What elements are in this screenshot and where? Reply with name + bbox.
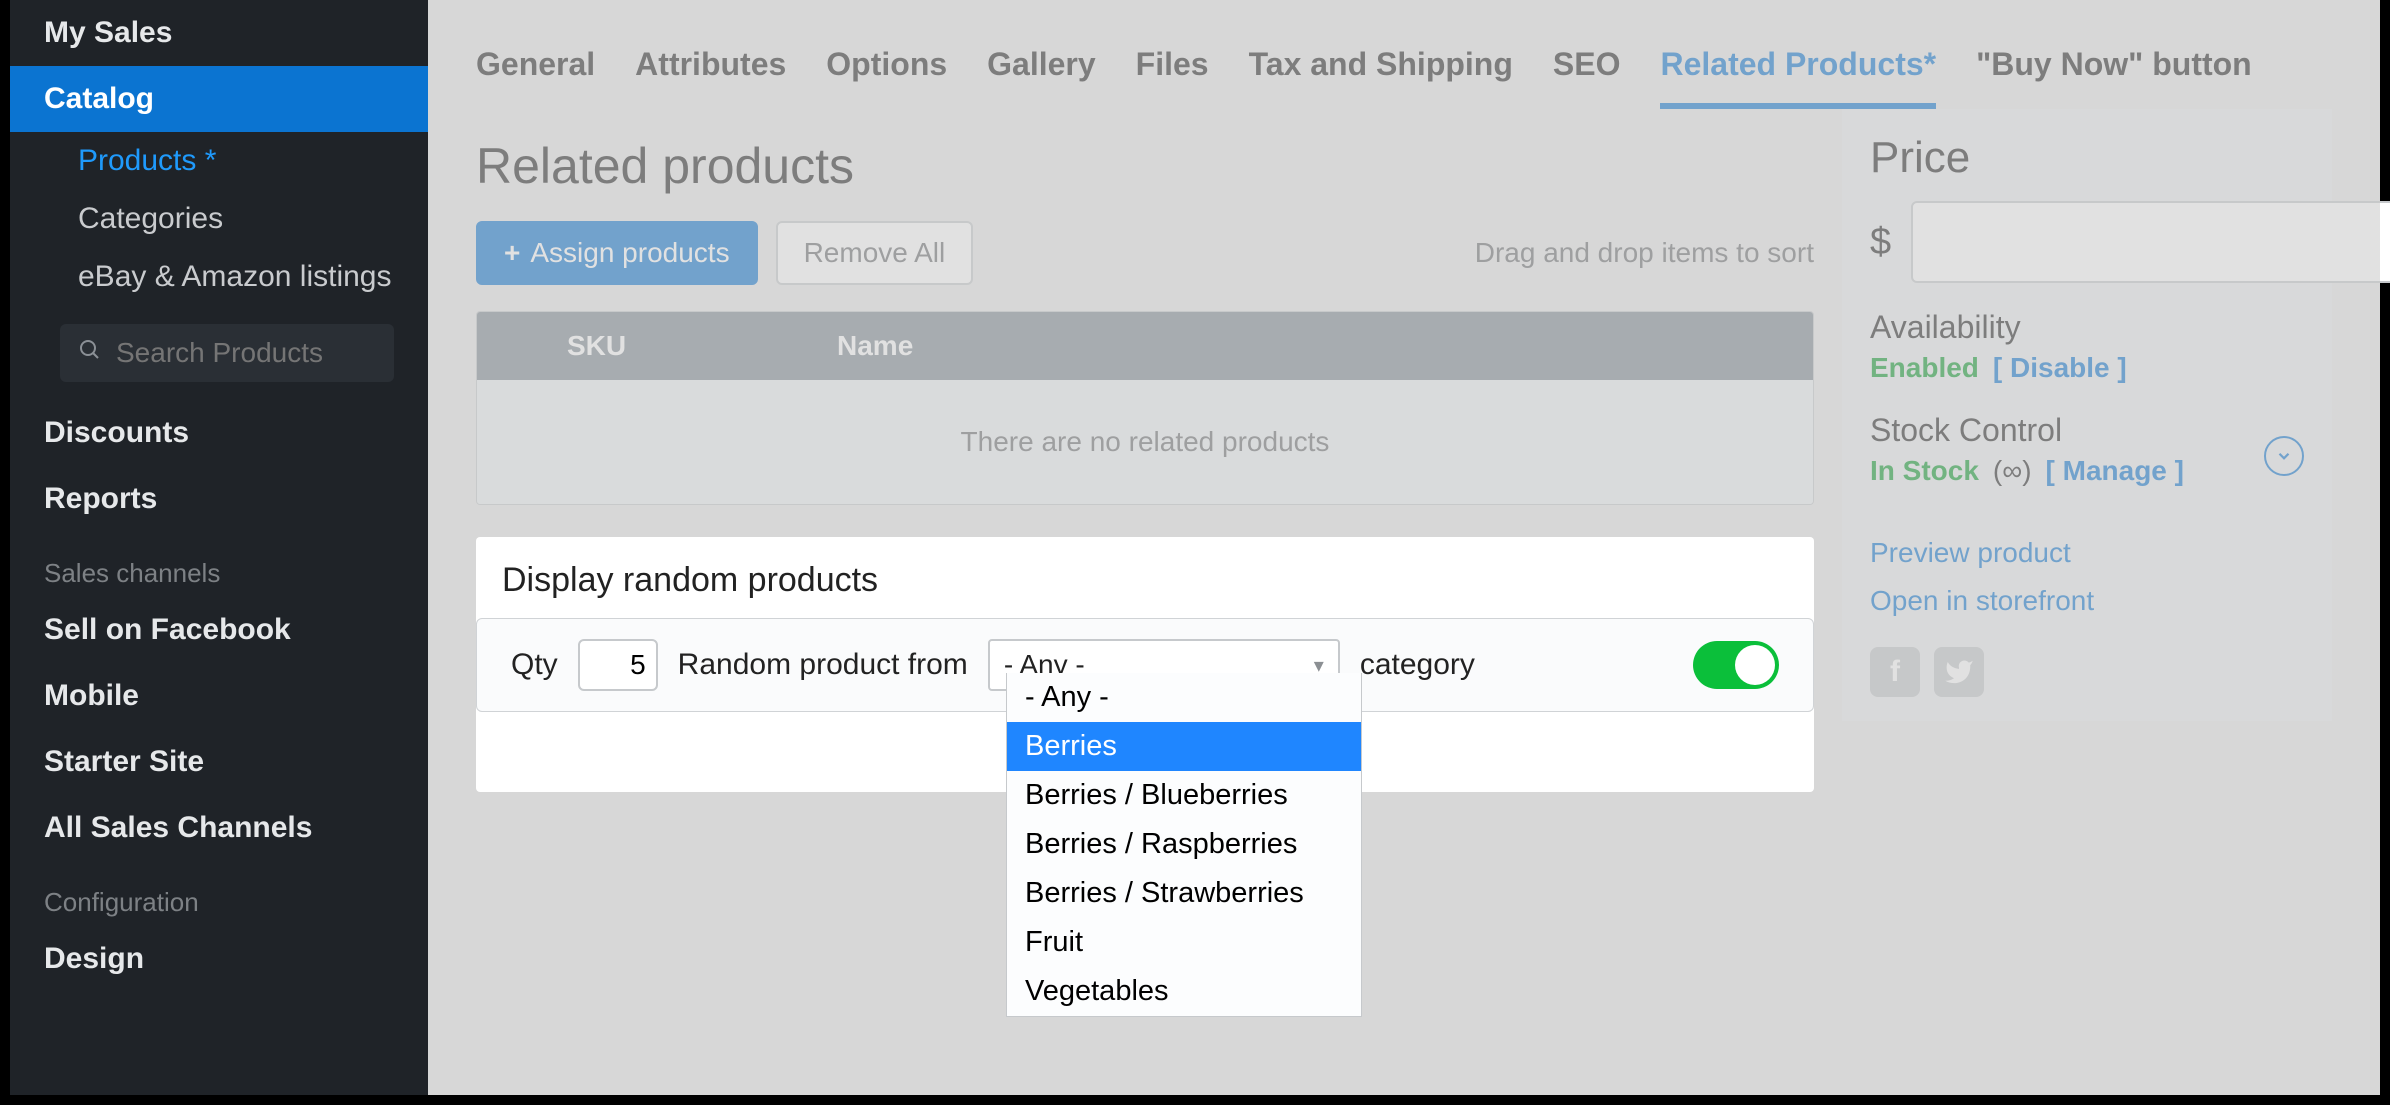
nav-my-sales[interactable]: My Sales bbox=[10, 0, 428, 66]
tab-buy-now[interactable]: "Buy Now" button bbox=[1976, 46, 2252, 109]
availability-status: Enabled bbox=[1870, 352, 1979, 384]
section-configuration: Configuration bbox=[10, 861, 428, 926]
product-tabs: General Attributes Options Gallery Files… bbox=[428, 0, 2380, 109]
category-option[interactable]: Fruit bbox=[1007, 918, 1361, 967]
random-toggle[interactable] bbox=[1693, 641, 1779, 689]
search-icon bbox=[78, 336, 102, 370]
subnav-listings[interactable]: eBay & Amazon listings bbox=[10, 248, 428, 306]
price-panel: Price $ Availability Enabled [ Disable ] bbox=[1842, 109, 2332, 721]
col-sku: SKU bbox=[477, 330, 837, 362]
category-option[interactable]: Berries / Strawberries bbox=[1007, 869, 1361, 918]
nav-discounts[interactable]: Discounts bbox=[10, 400, 428, 466]
page-title: Related products bbox=[476, 137, 1814, 195]
category-dropdown[interactable]: - Any -BerriesBerries / BlueberriesBerri… bbox=[1006, 673, 1362, 1017]
expand-stock-icon[interactable] bbox=[2264, 436, 2304, 476]
assign-products-label: Assign products bbox=[530, 237, 729, 269]
drag-hint: Drag and drop items to sort bbox=[1475, 237, 1814, 269]
remove-all-button[interactable]: Remove All bbox=[776, 221, 974, 285]
sidebar: My Sales Catalog Products * Categories e… bbox=[10, 0, 428, 1095]
nav-design[interactable]: Design bbox=[10, 926, 428, 992]
toolbar: Assign products Remove All Drag and drop… bbox=[476, 221, 1814, 285]
table-header: SKU Name bbox=[477, 312, 1813, 380]
category-word: category bbox=[1360, 648, 1475, 682]
tab-files[interactable]: Files bbox=[1136, 46, 1209, 109]
random-title: Display random products bbox=[476, 561, 1814, 618]
tab-options[interactable]: Options bbox=[826, 46, 947, 109]
tab-general[interactable]: General bbox=[476, 46, 595, 109]
search-products[interactable] bbox=[60, 324, 394, 382]
tab-related-products[interactable]: Related Products* bbox=[1660, 46, 1936, 109]
subnav-categories[interactable]: Categories bbox=[10, 190, 428, 248]
main-content: General Attributes Options Gallery Files… bbox=[428, 0, 2380, 1095]
availability-title: Availability bbox=[1870, 309, 2304, 346]
category-option[interactable]: Berries / Raspberries bbox=[1007, 820, 1361, 869]
section-sales-channels: Sales channels bbox=[10, 532, 428, 597]
nav-catalog[interactable]: Catalog bbox=[10, 66, 428, 132]
manage-stock-link[interactable]: [ Manage ] bbox=[2046, 455, 2184, 487]
preview-product-link[interactable]: Preview product bbox=[1870, 537, 2304, 569]
category-option[interactable]: - Any - bbox=[1007, 673, 1361, 722]
nav-all-channels[interactable]: All Sales Channels bbox=[10, 795, 428, 861]
nav-reports[interactable]: Reports bbox=[10, 466, 428, 532]
random-products-card: Display random products Qty Random produ… bbox=[476, 537, 1814, 792]
twitter-icon[interactable] bbox=[1934, 647, 1984, 697]
stock-detail: (∞) bbox=[1993, 455, 2032, 487]
price-input[interactable] bbox=[1911, 201, 2390, 283]
search-input[interactable] bbox=[116, 337, 477, 369]
nav-starter-site[interactable]: Starter Site bbox=[10, 729, 428, 795]
subnav-products[interactable]: Products * bbox=[10, 132, 428, 190]
category-option[interactable]: Berries / Blueberries bbox=[1007, 771, 1361, 820]
category-option[interactable]: Berries bbox=[1007, 722, 1361, 771]
related-table: SKU Name There are no related products bbox=[476, 311, 1814, 505]
plus-icon bbox=[504, 237, 520, 269]
tab-attributes[interactable]: Attributes bbox=[635, 46, 786, 109]
tab-tax-shipping[interactable]: Tax and Shipping bbox=[1249, 46, 1513, 109]
currency-symbol: $ bbox=[1870, 221, 1891, 264]
open-storefront-link[interactable]: Open in storefront bbox=[1870, 585, 2304, 617]
disable-link[interactable]: [ Disable ] bbox=[1993, 352, 2127, 384]
nav-sell-facebook[interactable]: Sell on Facebook bbox=[10, 597, 428, 663]
stock-status: In Stock bbox=[1870, 455, 1979, 487]
qty-label: Qty bbox=[511, 648, 558, 682]
col-name: Name bbox=[837, 330, 1813, 362]
random-from-label: Random product from bbox=[678, 648, 968, 682]
tab-gallery[interactable]: Gallery bbox=[987, 46, 1096, 109]
assign-products-button[interactable]: Assign products bbox=[476, 221, 758, 285]
table-empty-message: There are no related products bbox=[477, 380, 1813, 504]
price-title: Price bbox=[1870, 133, 2304, 183]
facebook-icon[interactable]: f bbox=[1870, 647, 1920, 697]
tab-seo[interactable]: SEO bbox=[1553, 46, 1621, 109]
stock-title: Stock Control bbox=[1870, 412, 2184, 449]
toggle-knob bbox=[1735, 645, 1775, 685]
category-option[interactable]: Vegetables bbox=[1007, 967, 1361, 1016]
qty-input[interactable] bbox=[578, 639, 658, 691]
nav-mobile[interactable]: Mobile bbox=[10, 663, 428, 729]
